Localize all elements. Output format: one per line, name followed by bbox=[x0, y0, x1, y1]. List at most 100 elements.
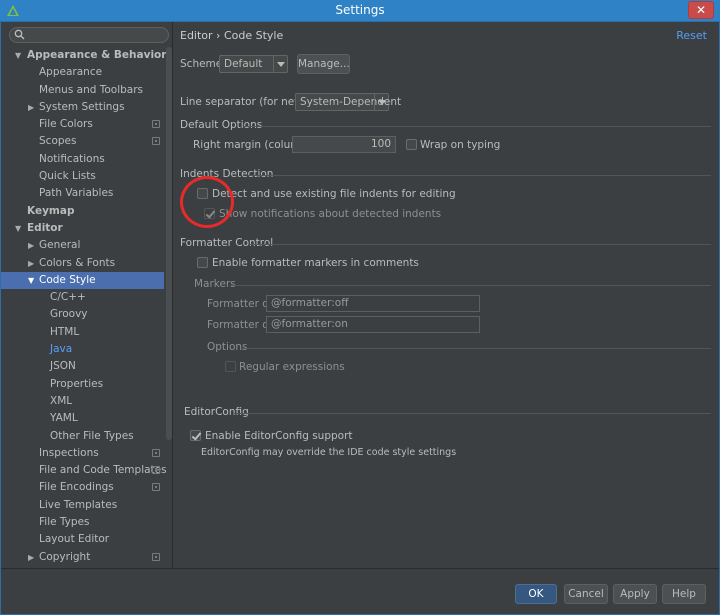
cancel-button[interactable]: Cancel bbox=[564, 584, 608, 604]
formatter-on-input[interactable]: @formatter:on bbox=[266, 316, 480, 333]
expand-right-icon[interactable]: ▶ bbox=[28, 237, 34, 254]
sidebar-item-label: File Types bbox=[39, 516, 90, 529]
wrap-on-typing-checkbox[interactable] bbox=[406, 139, 417, 150]
sidebar-item-label: Editor bbox=[27, 221, 63, 234]
sidebar-item[interactable]: Properties bbox=[1, 376, 164, 393]
sidebar-item[interactable]: ▶ Colors & Fonts bbox=[1, 255, 164, 272]
right-margin-input[interactable]: 100 bbox=[292, 136, 396, 153]
sidebar-item[interactable]: ▼ Editor bbox=[1, 220, 164, 237]
search-icon bbox=[14, 29, 25, 40]
enable-editorconfig-checkbox[interactable] bbox=[190, 430, 201, 441]
separator bbox=[243, 126, 711, 127]
sidebar-item-label: JSON bbox=[50, 360, 76, 373]
sidebar-item[interactable]: File and Code Templates bbox=[1, 462, 167, 479]
formatter-control-title: Formatter Control bbox=[180, 237, 274, 249]
detect-indents-checkbox[interactable] bbox=[197, 188, 208, 199]
sidebar-item[interactable]: File Colors bbox=[1, 116, 164, 133]
dialog-button-bar: OK Cancel Apply Help bbox=[1, 568, 719, 614]
sidebar-item-label: Code Style bbox=[39, 273, 96, 286]
sidebar-item[interactable]: Layout Editor bbox=[1, 531, 164, 548]
sidebar-item[interactable]: Other File Types bbox=[1, 428, 164, 445]
scheme-combo[interactable]: Default bbox=[219, 55, 288, 73]
line-separator-combo[interactable]: System-Dependent bbox=[295, 93, 401, 111]
separator bbox=[248, 175, 711, 176]
sidebar-item[interactable]: JSON bbox=[1, 358, 164, 375]
sidebar-item[interactable]: Inspections bbox=[1, 445, 164, 462]
sidebar-item-label: Java bbox=[50, 343, 73, 356]
expand-right-icon[interactable]: ▶ bbox=[28, 255, 34, 272]
sidebar-item-label: Copyright bbox=[39, 550, 91, 563]
project-level-icon bbox=[152, 466, 160, 475]
show-notifications-label: Show notifications about detected indent… bbox=[219, 208, 442, 220]
expand-right-icon[interactable]: ▶ bbox=[28, 99, 34, 116]
settings-search[interactable] bbox=[9, 27, 169, 43]
project-level-icon bbox=[152, 552, 160, 561]
sidebar-item[interactable]: C/C++ bbox=[1, 289, 164, 306]
sidebar-item-label: Groovy bbox=[50, 308, 88, 321]
sidebar-item-label: Quick Lists bbox=[39, 170, 96, 183]
sidebar-scrollbar[interactable] bbox=[166, 47, 172, 440]
project-level-icon bbox=[152, 448, 160, 457]
settings-sidebar: ▼ Appearance & Behavior Appearance Menus an… bbox=[1, 22, 173, 568]
chevron-down-icon bbox=[273, 56, 287, 72]
search-input[interactable] bbox=[26, 29, 166, 41]
expand-right-icon[interactable]: ▶ bbox=[28, 549, 34, 566]
formatter-off-input[interactable]: @formatter:off bbox=[266, 295, 480, 312]
sidebar-item-label: Inspections bbox=[39, 446, 99, 459]
enable-formatter-markers-checkbox[interactable] bbox=[197, 257, 208, 268]
right-margin-value: 100 bbox=[370, 138, 391, 150]
sidebar-item[interactable]: Menus and Toolbars bbox=[1, 82, 164, 99]
expand-down-icon[interactable]: ▼ bbox=[28, 272, 34, 289]
help-button[interactable]: Help bbox=[662, 584, 706, 604]
sidebar-item[interactable]: Live Templates bbox=[1, 497, 164, 514]
sidebar-item[interactable]: XML bbox=[1, 393, 164, 410]
sidebar-item[interactable]: File Encodings bbox=[1, 479, 164, 496]
sidebar-item[interactable]: Keymap bbox=[1, 203, 164, 220]
window-title: Settings bbox=[335, 3, 385, 17]
sidebar-item[interactable]: Java bbox=[1, 341, 164, 358]
expand-down-icon[interactable]: ▼ bbox=[15, 220, 21, 237]
sidebar-item-label: General bbox=[39, 239, 81, 252]
sidebar-item-label: Path Variables bbox=[39, 187, 114, 200]
sidebar-item[interactable]: ▶ General bbox=[1, 237, 164, 254]
show-notifications-checkbox[interactable] bbox=[204, 208, 215, 219]
sidebar-item-label: Layout Editor bbox=[39, 533, 110, 546]
sidebar-item[interactable]: Appearance bbox=[1, 64, 164, 81]
sidebar-item-label: Appearance & Behavior bbox=[27, 49, 167, 61]
close-button[interactable]: ✕ bbox=[688, 1, 714, 19]
sidebar-item[interactable]: YAML bbox=[1, 410, 164, 427]
sidebar-item-label: Appearance bbox=[39, 66, 103, 79]
enable-editorconfig-label: Enable EditorConfig support bbox=[205, 430, 353, 442]
sidebar-item[interactable]: File Types bbox=[1, 514, 164, 531]
sidebar-item-label: Live Templates bbox=[39, 498, 118, 511]
separator bbox=[248, 244, 711, 245]
sidebar-item[interactable]: ▼ Code Style bbox=[1, 271, 164, 290]
sidebar-item[interactable]: ▶ System Settings bbox=[1, 99, 164, 116]
sidebar-item[interactable]: Scopes bbox=[1, 133, 164, 150]
sidebar-item-label: C/C++ bbox=[50, 291, 86, 304]
manage-button[interactable]: Manage... bbox=[297, 54, 350, 74]
sidebar-item-label: Colors & Fonts bbox=[39, 256, 116, 269]
separator bbox=[230, 285, 711, 286]
sidebar-item-label: Menus and Toolbars bbox=[39, 83, 144, 96]
sidebar-item[interactable]: Groovy bbox=[1, 306, 164, 323]
sidebar-item[interactable]: Path Variables bbox=[1, 185, 164, 202]
indents-detection-title: Indents Detection bbox=[180, 168, 274, 180]
sidebar-item[interactable]: ▶ Copyright bbox=[1, 549, 164, 566]
expand-down-icon[interactable]: ▼ bbox=[15, 47, 21, 64]
regular-expressions-checkbox[interactable] bbox=[225, 361, 236, 372]
project-level-icon bbox=[152, 120, 160, 129]
reset-link[interactable]: Reset bbox=[676, 29, 707, 42]
apply-button[interactable]: Apply bbox=[613, 584, 657, 604]
sidebar-item[interactable]: Notifications bbox=[1, 151, 164, 168]
editorconfig-title: EditorConfig bbox=[184, 406, 249, 418]
sidebar-item[interactable]: Quick Lists bbox=[1, 168, 164, 185]
sidebar-item[interactable]: HTML bbox=[1, 324, 164, 341]
sidebar-item-label: File and Code Templates bbox=[39, 464, 167, 477]
code-style-panel: Editor › Code Style Reset Scheme: Defaul… bbox=[174, 22, 719, 568]
sidebar-item[interactable]: ▼ Appearance & Behavior bbox=[1, 47, 167, 64]
default-options-title: Default Options bbox=[180, 119, 263, 131]
formatter-off-value: @formatter:off bbox=[271, 297, 349, 309]
ok-button[interactable]: OK bbox=[515, 584, 557, 604]
sidebar-item-label: Notifications bbox=[39, 152, 105, 165]
